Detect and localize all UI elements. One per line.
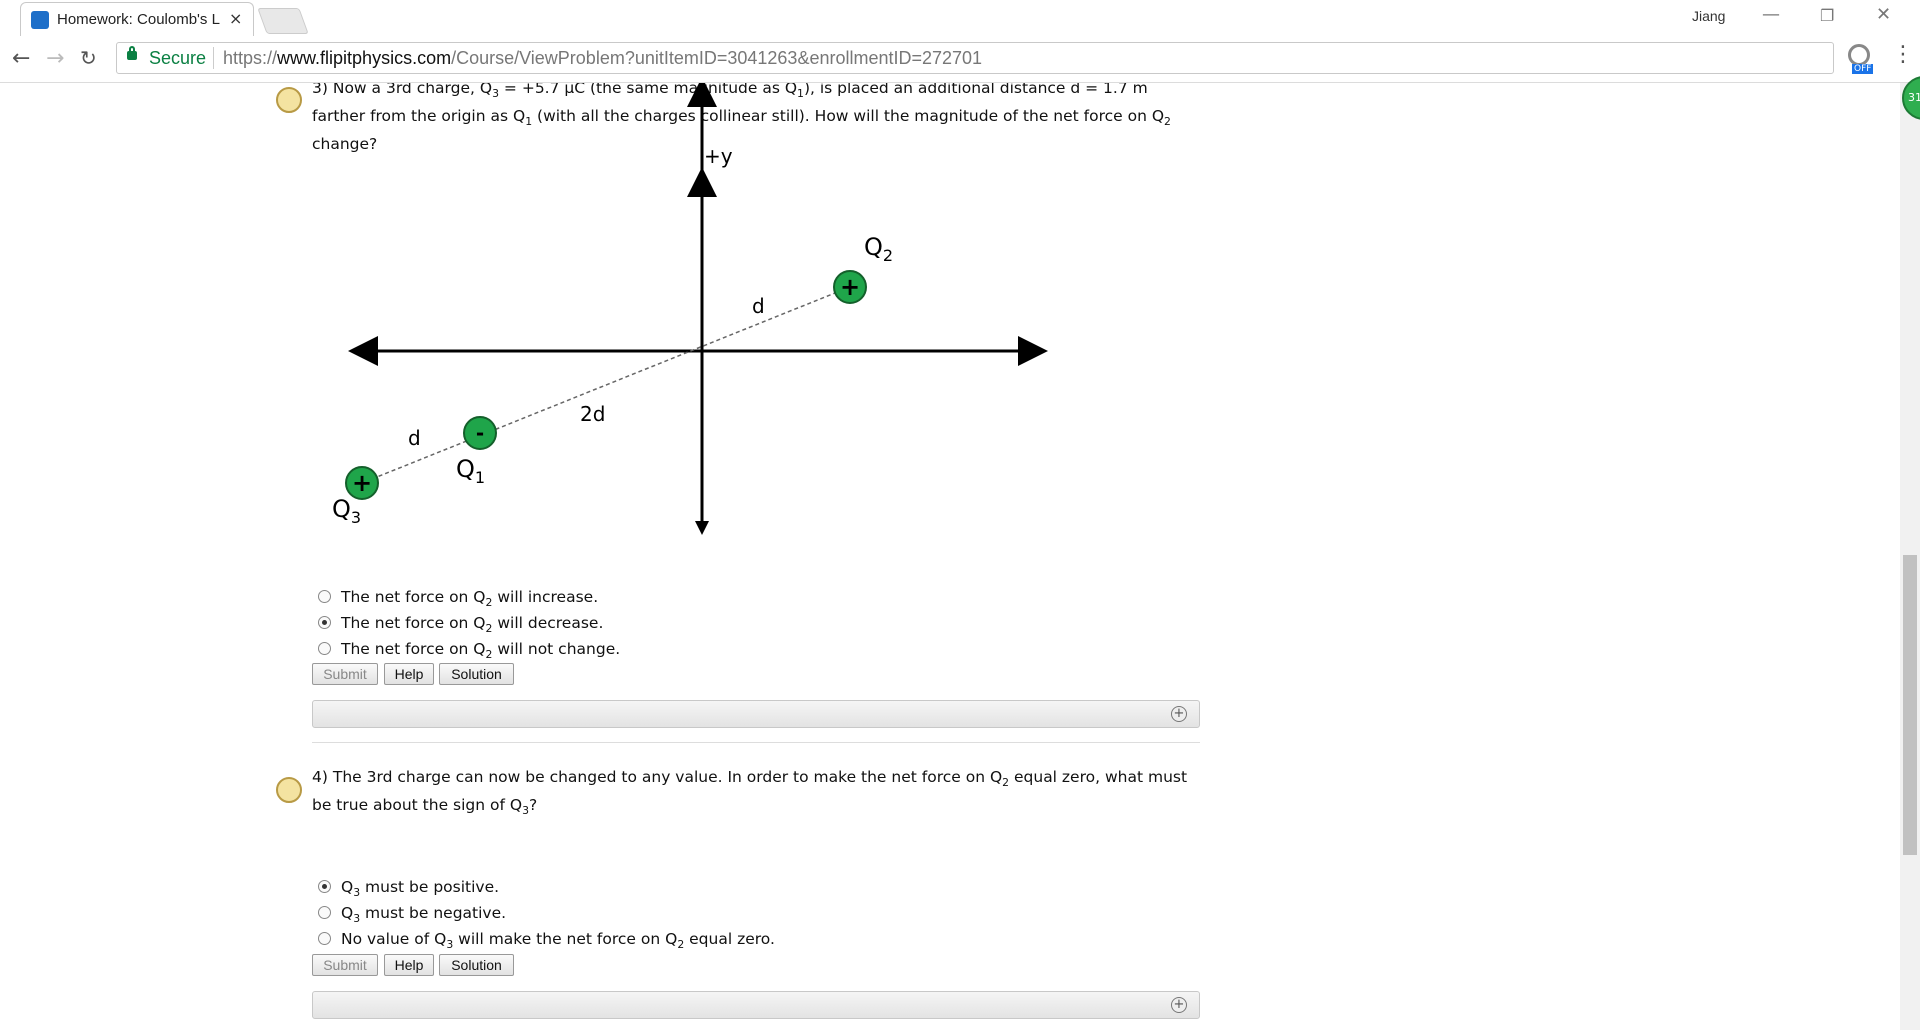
q4-choice-3[interactable]: No value of Q3 will make the net force o… bbox=[318, 930, 775, 951]
new-tab-button[interactable] bbox=[257, 8, 309, 34]
radio-button[interactable] bbox=[318, 932, 331, 945]
radio-button-selected[interactable] bbox=[318, 880, 331, 893]
vertical-scrollbar[interactable] bbox=[1900, 83, 1920, 1030]
browser-toolbar: ← → ↻ Secure https://www.flipitphysics.c… bbox=[0, 36, 1920, 83]
menu-kebab-icon[interactable]: ⋮ bbox=[1892, 42, 1914, 67]
charge-line bbox=[361, 286, 851, 484]
choice-text: must be positive. bbox=[360, 878, 500, 896]
extension-off-badge: OFF bbox=[1852, 64, 1874, 74]
q4-help-button[interactable]: Help bbox=[384, 954, 434, 976]
choice-text: will make the net force on Q bbox=[453, 930, 678, 948]
url-host: www.flipitphysics.com bbox=[277, 48, 452, 68]
radio-button[interactable] bbox=[318, 642, 331, 655]
distance-label-d-lower: d bbox=[408, 426, 421, 450]
tab-title: Homework: Coulomb's L bbox=[57, 11, 220, 28]
choice-text: will decrease. bbox=[492, 614, 604, 632]
q3-label-sub: 3 bbox=[351, 508, 361, 527]
q3-choice-1[interactable]: The net force on Q2 will increase. bbox=[318, 588, 598, 609]
q2-label-letter: Q bbox=[864, 233, 883, 261]
choice-text: The net force on Q bbox=[341, 588, 486, 606]
distance-label-d-upper: d bbox=[752, 294, 765, 318]
page-content: 3) Now a 3rd charge, Q3 = +5.7 μC (the s… bbox=[0, 83, 1900, 1030]
address-bar[interactable]: Secure https://www.flipitphysics.com/Cou… bbox=[116, 42, 1834, 74]
lock-icon bbox=[127, 46, 137, 60]
q4-expand-panel[interactable]: + bbox=[312, 991, 1200, 1019]
q1-label: Q1 bbox=[456, 455, 485, 487]
q1-label-sub: 1 bbox=[475, 468, 485, 487]
extension-icon[interactable] bbox=[1848, 44, 1870, 66]
q4-submit-button[interactable]: Submit bbox=[312, 954, 378, 976]
close-window-icon[interactable]: ✕ bbox=[1876, 4, 1891, 25]
url-scheme: https:// bbox=[223, 48, 278, 68]
choice-text: will not change. bbox=[492, 640, 621, 658]
url-path: /Course/ViewProblem?unitItemID=3041263&e… bbox=[451, 48, 983, 68]
choice-text: will increase. bbox=[492, 588, 599, 606]
q3-choice-2[interactable]: The net force on Q2 will decrease. bbox=[318, 614, 603, 635]
divider bbox=[312, 742, 1200, 743]
q4-choice-1[interactable]: Q3 must be positive. bbox=[318, 878, 499, 899]
q3-choice-3[interactable]: The net force on Q2 will not change. bbox=[318, 640, 620, 661]
choice-text: No value of Q bbox=[341, 930, 447, 948]
tab-close-icon[interactable]: × bbox=[229, 9, 242, 28]
question-4-text: 4) The 3rd charge can now be changed to … bbox=[312, 766, 1192, 822]
q3-submit-button[interactable]: Submit bbox=[312, 663, 378, 685]
minimize-icon[interactable]: — bbox=[1762, 4, 1780, 25]
radio-button-selected[interactable] bbox=[318, 616, 331, 629]
q3-sub: 2 bbox=[1164, 115, 1171, 129]
distance-label-2d: 2d bbox=[580, 402, 605, 426]
y-axis-down-arrow bbox=[695, 521, 709, 535]
choice-text: The net force on Q bbox=[341, 640, 486, 658]
choice-text: must be negative. bbox=[360, 904, 507, 922]
q4-number: 4) bbox=[312, 768, 328, 786]
q3-label: Q3 bbox=[332, 495, 361, 527]
q4-text-a: The 3rd charge can now be changed to any… bbox=[332, 768, 1003, 786]
q4-text-c: ? bbox=[529, 796, 538, 815]
separator bbox=[213, 47, 214, 69]
q4-solution-button[interactable]: Solution bbox=[439, 954, 514, 976]
y-axis-label: +y bbox=[704, 144, 733, 168]
reload-icon[interactable]: ↻ bbox=[80, 46, 97, 70]
choice-text: equal zero. bbox=[684, 930, 775, 948]
choice-text: Q bbox=[341, 878, 354, 896]
back-arrow-icon[interactable]: ← bbox=[12, 46, 30, 71]
q1-label-letter: Q bbox=[456, 455, 475, 483]
scrollbar-thumb[interactable] bbox=[1903, 555, 1917, 855]
q4-choice-2[interactable]: Q3 must be negative. bbox=[318, 904, 506, 925]
secure-label: Secure bbox=[149, 48, 207, 68]
q1-minus-sign: - bbox=[476, 421, 484, 445]
restore-icon[interactable]: ❐ bbox=[1820, 6, 1834, 25]
q3-plus-sign: + bbox=[352, 469, 372, 497]
url-text[interactable]: https://www.flipitphysics.com/Course/Vie… bbox=[223, 48, 982, 69]
q2-plus-sign: + bbox=[840, 273, 860, 301]
title-bar: Homework: Coulomb's L × Jiang — ❐ ✕ bbox=[0, 0, 1920, 36]
q2-label: Q2 bbox=[864, 233, 893, 265]
choice-text: Q bbox=[341, 904, 354, 922]
forward-arrow-icon[interactable]: → bbox=[46, 46, 64, 71]
charge-diagram: +y d 2d d + - + Q2 Q1 Q3 bbox=[332, 83, 1048, 535]
profile-name[interactable]: Jiang bbox=[1692, 8, 1725, 24]
radio-button[interactable] bbox=[318, 590, 331, 603]
flipit-favicon-icon bbox=[31, 11, 49, 29]
choice-text: The net force on Q bbox=[341, 614, 486, 632]
q3-label-letter: Q bbox=[332, 495, 351, 523]
radio-button[interactable] bbox=[318, 906, 331, 919]
stopwatch-icon bbox=[276, 777, 302, 803]
expand-plus-icon[interactable]: + bbox=[1171, 706, 1187, 722]
expand-plus-icon[interactable]: + bbox=[1171, 997, 1187, 1013]
q2-label-sub: 2 bbox=[883, 246, 893, 265]
q4-sub: 3 bbox=[522, 804, 529, 818]
q3-help-button[interactable]: Help bbox=[384, 663, 434, 685]
q3-solution-button[interactable]: Solution bbox=[439, 663, 514, 685]
q3-expand-panel[interactable]: + bbox=[312, 700, 1200, 728]
browser-tab[interactable]: Homework: Coulomb's L × bbox=[20, 2, 254, 36]
